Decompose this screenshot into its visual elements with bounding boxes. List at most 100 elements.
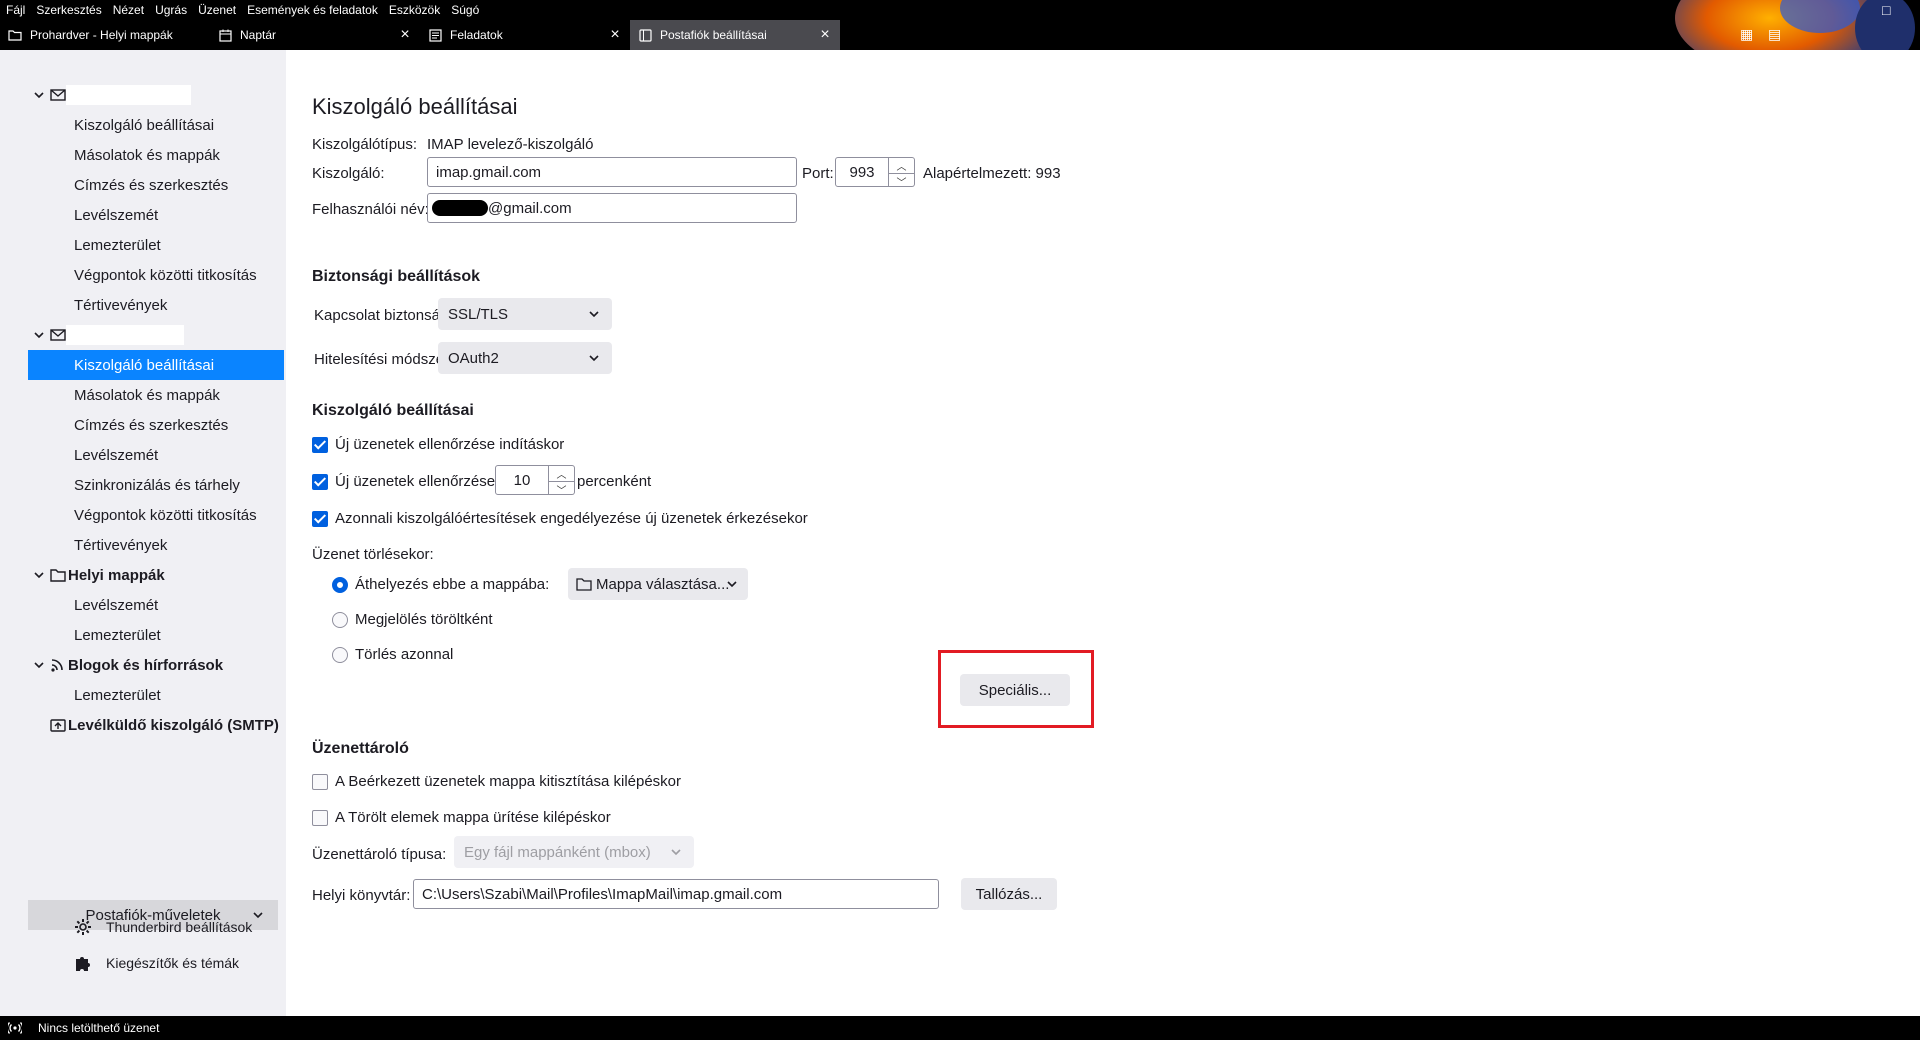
radio-unselected[interactable] [332, 646, 348, 663]
sidebar-item-composition[interactable]: Címzés és szerkesztés [28, 170, 284, 200]
auth-method-select[interactable]: OAuth2 [438, 342, 612, 374]
tab-account-settings[interactable]: Postafiók beállításai × [630, 20, 840, 50]
sidebar-item-e2e-encryption[interactable]: Végpontok közötti titkosítás [28, 500, 284, 530]
advanced-button[interactable]: Speciális... [960, 674, 1070, 706]
feeds-row[interactable]: Blogok és hírforrások [0, 650, 286, 680]
mark-deleted-radio[interactable]: Megjelölés töröltként [332, 611, 493, 628]
tab-local-folders[interactable]: Prohardver - Helyi mappák [0, 20, 210, 50]
check-on-startup-label: Új üzenetek ellenőrzése indításkor [335, 436, 565, 453]
menu-tools[interactable]: Eszközök [389, 3, 440, 17]
server-hostname-input[interactable]: imap.gmail.com [427, 157, 797, 187]
sidebar-item-server-settings[interactable]: Kiszolgáló beállításai [28, 350, 284, 380]
chevron-down-icon[interactable] [33, 659, 45, 671]
maximize-icon[interactable]: □ [1882, 2, 1890, 18]
tab-calendar[interactable]: Naptár × [210, 20, 420, 50]
sidebar-item-copies-folders[interactable]: Másolatok és mappák [28, 380, 284, 410]
sidebar-item-receipts[interactable]: Tértivevények [28, 290, 284, 320]
account-name-redacted [66, 325, 184, 345]
menu-go[interactable]: Ugrás [155, 3, 187, 17]
close-icon[interactable]: × [608, 27, 622, 43]
menu-edit[interactable]: Szerkesztés [36, 3, 101, 17]
account-1-row[interactable] [0, 80, 286, 110]
tasks-toolbar-icon[interactable]: ▤ [1768, 26, 1781, 43]
empty-trash-checkbox[interactable]: A Törölt elemek mappa ürítése kilépéskor [312, 809, 611, 826]
menu-view[interactable]: Nézet [113, 3, 144, 17]
chevron-down-icon[interactable] [33, 89, 45, 101]
check-interval-value[interactable]: 10 [495, 465, 549, 495]
sidebar-item-junk[interactable]: Levélszemét [28, 440, 284, 470]
port-value[interactable]: 993 [835, 157, 889, 187]
connection-security-select[interactable]: SSL/TLS [438, 298, 612, 330]
checkbox-checked[interactable] [312, 436, 328, 453]
sidebar-item-copies-folders[interactable]: Másolatok és mappák [28, 140, 284, 170]
puzzle-icon [76, 957, 90, 971]
chevron-down-icon[interactable] [33, 329, 45, 341]
delete-immediately-radio[interactable]: Törlés azonnal [332, 646, 453, 663]
chevron-up-icon[interactable]: ︿ [889, 158, 914, 174]
account-name-redacted [66, 85, 191, 105]
rss-icon [51, 659, 63, 672]
local-directory-input[interactable]: C:\Users\Szabi\Mail\Profiles\ImapMail\im… [413, 879, 939, 909]
sidebar-item-disk-space[interactable]: Lemezterület [28, 230, 284, 260]
addons-themes-link[interactable]: Kiegészítők és témák [74, 948, 239, 978]
chevron-down-icon[interactable] [33, 569, 45, 581]
close-icon[interactable]: × [398, 27, 412, 43]
sidebar-item-disk-space[interactable]: Lemezterület [28, 680, 284, 710]
sidebar-item-receipts[interactable]: Tértivevények [28, 530, 284, 560]
server-label: Kiszolgáló: [312, 165, 385, 182]
sidebar-item-sync-storage[interactable]: Szinkronizálás és tárhely [28, 470, 284, 500]
checkbox-unchecked[interactable] [312, 773, 328, 790]
tab-label: Postafiók beállításai [660, 28, 767, 42]
local-folders-title: Helyi mappák [68, 566, 165, 584]
menu-help[interactable]: Súgó [451, 3, 479, 17]
chevron-up-icon[interactable]: ︿ [549, 466, 574, 482]
sidebar-item-e2e-encryption[interactable]: Végpontok közötti titkosítás [28, 260, 284, 290]
expunge-inbox-checkbox[interactable]: A Beérkezett üzenetek mappa kitisztítása… [312, 773, 681, 790]
chevron-down-icon [253, 912, 263, 919]
browse-button[interactable]: Tallózás... [961, 878, 1057, 910]
checkbox-checked[interactable] [312, 510, 328, 527]
tab-tasks[interactable]: Feladatok × [420, 20, 630, 50]
check-every-checkbox[interactable]: Új üzenetek ellenőrzése [312, 473, 495, 490]
local-directory-label: Helyi könyvtár: [312, 887, 411, 904]
server-settings-heading: Kiszolgáló beállításai [312, 402, 474, 419]
tab-label: Feladatok [450, 28, 503, 42]
storage-type-value: Egy fájl mappánként (mbox) [464, 843, 651, 861]
port-spinner[interactable]: 993 ︿ ﹀ [835, 157, 915, 189]
check-every-label: Új üzenetek ellenőrzése [335, 473, 496, 490]
checkbox-checked[interactable] [312, 473, 328, 490]
sidebar-item-composition[interactable]: Címzés és szerkesztés [28, 410, 284, 440]
check-interval-spinner[interactable]: 10 ︿ ﹀ [495, 465, 575, 497]
menu-message[interactable]: Üzenet [198, 3, 236, 17]
radio-unselected[interactable] [332, 611, 348, 628]
check-on-startup-checkbox[interactable]: Új üzenetek ellenőrzése indításkor [312, 436, 564, 453]
smtp-row[interactable]: Levélküldő kiszolgáló (SMTP) [0, 710, 286, 740]
move-to-folder-radio[interactable]: Áthelyezés ebbe a mappába: [332, 576, 549, 593]
local-folders-row[interactable]: Helyi mappák [0, 560, 286, 590]
calendar-toolbar-icon[interactable]: ▦ [1740, 26, 1753, 43]
check-interval-stepper[interactable]: ︿ ﹀ [549, 465, 575, 497]
storage-type-select: Egy fájl mappánként (mbox) [454, 836, 694, 868]
account-2-row[interactable] [0, 320, 286, 350]
folder-picker-select[interactable]: Mappa választása... [568, 568, 748, 600]
sidebar-item-server-settings[interactable]: Kiszolgáló beállításai [28, 110, 284, 140]
chevron-down-icon[interactable]: ﹀ [549, 482, 574, 497]
sidebar-item-junk[interactable]: Levélszemét [28, 590, 284, 620]
checkbox-unchecked[interactable] [312, 809, 328, 826]
tab-strip: Prohardver - Helyi mappák Naptár × Felad… [0, 20, 840, 50]
sidebar-item-disk-space[interactable]: Lemezterület [28, 620, 284, 650]
username-input[interactable]: @gmail.com [427, 193, 797, 223]
menu-file[interactable]: Fájl [6, 3, 25, 17]
sidebar-item-junk[interactable]: Levélszemét [28, 200, 284, 230]
folder-icon [576, 578, 592, 591]
mail-account-icon [50, 89, 66, 101]
radio-selected[interactable] [332, 576, 348, 593]
thunderbird-settings-link[interactable]: Thunderbird beállítások [74, 912, 252, 942]
close-icon[interactable]: × [818, 27, 832, 43]
chevron-down-icon[interactable]: ﹀ [889, 174, 914, 189]
port-label: Port: [802, 165, 834, 182]
push-notifications-checkbox[interactable]: Azonnali kiszolgálóértesítések engedélye… [312, 510, 808, 527]
menu-events-tasks[interactable]: Események és feladatok [247, 3, 378, 17]
folder-icon [50, 569, 66, 582]
port-stepper[interactable]: ︿ ﹀ [889, 157, 915, 189]
